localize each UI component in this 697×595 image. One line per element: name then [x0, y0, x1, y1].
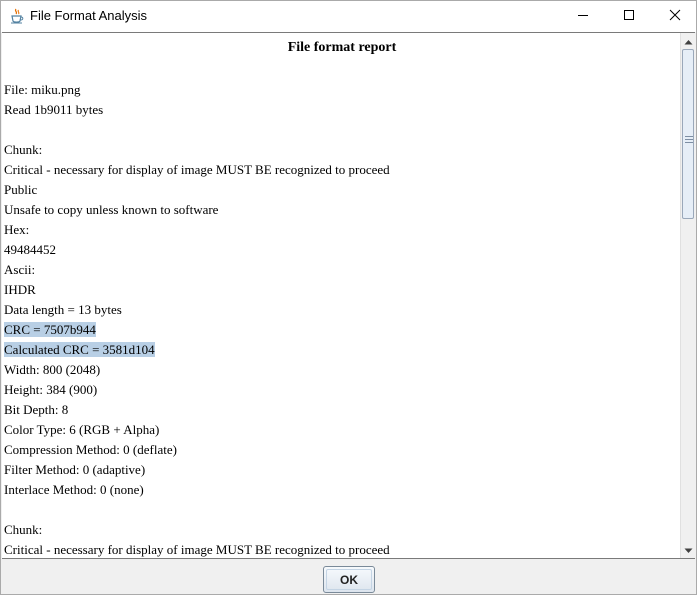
report-line-text: 49484452	[4, 242, 56, 257]
vertical-scrollbar[interactable]	[680, 33, 695, 558]
scroll-down-button[interactable]	[681, 543, 695, 557]
report-line-text: Height: 384 (900)	[4, 382, 98, 397]
report-line: Interlace Method: 0 (none)	[4, 480, 680, 500]
report-line: CRC = 7507b944	[4, 320, 680, 340]
close-button[interactable]	[652, 1, 697, 32]
minimize-button[interactable]	[560, 1, 606, 32]
report-line: Bit Depth: 8	[4, 400, 680, 420]
report-line-text: IHDR	[4, 282, 36, 297]
report-line-text: Interlace Method: 0 (none)	[4, 482, 144, 497]
report-line-text: Calculated CRC = 3581d104	[4, 342, 155, 357]
chevron-up-icon	[684, 32, 693, 50]
report-line-text: Compression Method: 0 (deflate)	[4, 442, 177, 457]
report-line: Hex:	[4, 220, 680, 240]
file-format-analysis-window: File Format Analysis File format report …	[0, 0, 697, 595]
title-bar[interactable]: File Format Analysis	[1, 1, 696, 32]
report-line-text: Critical - necessary for display of imag…	[4, 162, 390, 177]
window-title: File Format Analysis	[30, 8, 148, 23]
report-content[interactable]: File format report File: miku.png Read 1b…	[4, 33, 680, 558]
report-line: Ascii:	[4, 260, 680, 280]
report-line: Filter Method: 0 (adaptive)	[4, 460, 680, 480]
report-line: Critical - necessary for display of imag…	[4, 540, 680, 558]
close-icon	[669, 8, 681, 26]
java-cup-icon	[9, 8, 25, 24]
report-line: IHDR	[4, 280, 680, 300]
report-line: Color Type: 6 (RGB + Alpha)	[4, 420, 680, 440]
minimize-icon	[577, 8, 589, 26]
grip-icon	[685, 130, 693, 143]
report-line-text: Read 1b9011 bytes	[4, 102, 104, 117]
report-line: Chunk:	[4, 140, 680, 160]
report-line-text: Data length = 13 bytes	[4, 302, 122, 317]
report-line: Critical - necessary for display of imag…	[4, 160, 680, 180]
report-line: File: miku.png	[4, 80, 680, 100]
maximize-icon	[623, 8, 635, 26]
report-lines: File: miku.png Read 1b9011 bytes Chunk: Cri…	[4, 80, 680, 558]
report-line-text: Unsafe to copy unless known to software	[4, 202, 219, 217]
report-line-text: CRC = 7507b944	[4, 322, 96, 337]
report-line-text: Width: 800 (2048)	[4, 362, 101, 377]
report-line-text: Critical - necessary for display of imag…	[4, 542, 390, 557]
chevron-down-icon	[684, 541, 693, 559]
report-line: Height: 384 (900)	[4, 380, 680, 400]
report-line: Read 1b9011 bytes	[4, 100, 680, 120]
report-line-text: Hex:	[4, 222, 30, 237]
ok-button[interactable]: OK	[323, 566, 375, 593]
report-title: File format report	[287, 40, 397, 55]
dialog-footer: OK	[1, 560, 696, 594]
report-line: Public	[4, 180, 680, 200]
report-line: Data length = 13 bytes	[4, 300, 680, 320]
report-line: Width: 800 (2048)	[4, 360, 680, 380]
report-line-text: Filter Method: 0 (adaptive)	[4, 462, 146, 477]
report-line-text: Bit Depth: 8	[4, 402, 69, 417]
report-line-text: File: miku.png	[4, 82, 81, 97]
maximize-button[interactable]	[606, 1, 652, 32]
report-line-text: Public	[4, 182, 38, 197]
report-line-text: Color Type: 6 (RGB + Alpha)	[4, 422, 160, 437]
report-line: 49484452	[4, 240, 680, 260]
scroll-up-button[interactable]	[681, 34, 695, 48]
report-line: Chunk:	[4, 520, 680, 540]
report-line: Compression Method: 0 (deflate)	[4, 440, 680, 460]
report-line: Unsafe to copy unless known to software	[4, 200, 680, 220]
report-text-area[interactable]: File format report File: miku.png Read 1b…	[2, 32, 695, 559]
report-line-text: Ascii:	[4, 262, 36, 277]
scrollbar-thumb[interactable]	[682, 49, 694, 219]
report-line-text: Chunk:	[4, 522, 43, 537]
report-line: Calculated CRC = 3581d104	[4, 340, 680, 360]
report-line-text: Chunk:	[4, 142, 43, 157]
